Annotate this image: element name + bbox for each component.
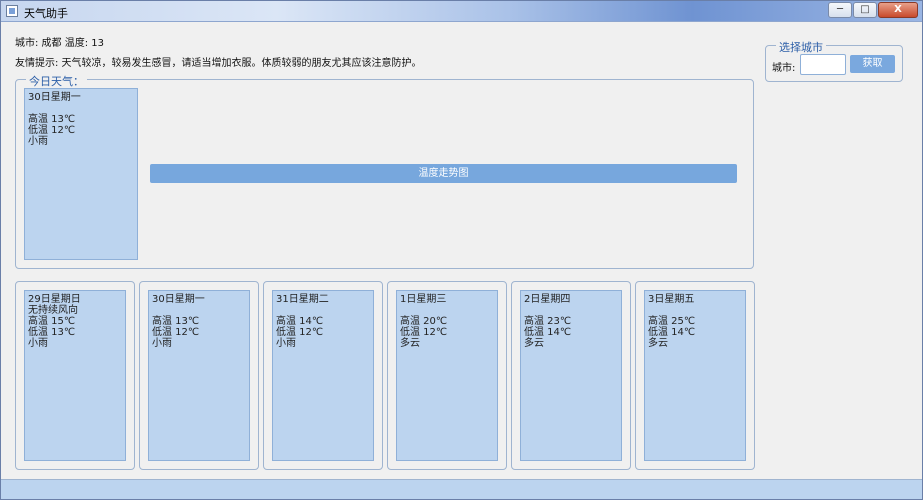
day-wind bbox=[524, 305, 618, 316]
day-wind bbox=[276, 305, 370, 316]
friendly-tip-text: 友情提示: 天气较凉，较易发生感冒，请适当增加衣服。体质较弱的朋友尤其应该注意防… bbox=[15, 58, 422, 69]
forecast-day-panel: 1日星期三 高温 20℃ 低温 12℃ 多云 bbox=[396, 290, 498, 461]
title-bar[interactable]: 天气助手 ─ □ X bbox=[1, 1, 922, 22]
today-weather-panel: 30日星期一 高温 13℃ 低温 12℃ 小雨 bbox=[24, 88, 138, 260]
window-title: 天气助手 bbox=[24, 7, 68, 20]
day-date: 29日星期日 bbox=[28, 294, 81, 305]
day-high-temp: 高温 15℃ bbox=[28, 316, 76, 327]
day-weather-type: 小雨 bbox=[276, 338, 296, 349]
app-icon bbox=[6, 5, 18, 17]
day-wind bbox=[648, 305, 742, 316]
forecast-day-panel: 2日星期四 高温 23℃ 低温 14℃ 多云 bbox=[520, 290, 622, 461]
forecast-day-panel: 30日星期一 高温 13℃ 低温 12℃ 小雨 bbox=[148, 290, 250, 461]
day-low-temp: 低温 14℃ bbox=[524, 327, 572, 338]
day-low-temp: 低温 12℃ bbox=[400, 327, 448, 338]
day-date: 30日星期一 bbox=[152, 294, 205, 305]
day-high-temp: 高温 13℃ bbox=[28, 114, 76, 125]
day-low-temp: 低温 12℃ bbox=[276, 327, 324, 338]
day-weather-type: 小雨 bbox=[152, 338, 172, 349]
today-weather-legend: 今日天气： bbox=[26, 73, 87, 89]
day-date: 2日星期四 bbox=[524, 294, 571, 305]
day-weather-type: 小雨 bbox=[28, 136, 48, 147]
day-weather-type: 多云 bbox=[524, 338, 544, 349]
city-label: 城市: bbox=[772, 63, 796, 74]
day-high-temp: 高温 20℃ bbox=[400, 316, 448, 327]
minimize-button[interactable]: ─ bbox=[828, 2, 852, 18]
day-date: 31日星期二 bbox=[276, 294, 329, 305]
app-window: 天气助手 ─ □ X 城市: 成都 温度: 13 友情提示: 天气较凉，较易发生… bbox=[0, 0, 923, 500]
close-button[interactable]: X bbox=[878, 2, 918, 18]
city-temperature-text: 城市: 成都 温度: 13 bbox=[15, 38, 104, 49]
day-low-temp: 低温 14℃ bbox=[648, 327, 696, 338]
day-wind bbox=[152, 305, 246, 316]
day-low-temp: 低温 12℃ bbox=[28, 125, 76, 136]
city-input[interactable] bbox=[800, 54, 846, 75]
status-bar bbox=[1, 479, 922, 499]
day-date: 3日星期五 bbox=[648, 294, 695, 305]
day-date: 1日星期三 bbox=[400, 294, 447, 305]
day-high-temp: 高温 25℃ bbox=[648, 316, 696, 327]
day-wind: 无持续风向 bbox=[28, 305, 78, 316]
day-weather-type: 多云 bbox=[400, 338, 420, 349]
day-high-temp: 高温 23℃ bbox=[524, 316, 572, 327]
forecast-day-panel: 31日星期二 高温 14℃ 低温 12℃ 小雨 bbox=[272, 290, 374, 461]
forecast-day-panel: 29日星期日 无持续风向 高温 15℃ 低温 13℃ 小雨 bbox=[24, 290, 126, 461]
day-wind bbox=[28, 103, 134, 114]
maximize-button[interactable]: □ bbox=[853, 2, 877, 18]
get-weather-button[interactable]: 获取 bbox=[850, 55, 895, 73]
day-date: 30日星期一 bbox=[28, 92, 81, 103]
day-weather-type: 小雨 bbox=[28, 338, 48, 349]
day-wind bbox=[400, 305, 494, 316]
city-picker-legend: 选择城市 bbox=[776, 39, 826, 55]
day-low-temp: 低温 13℃ bbox=[28, 327, 76, 338]
day-high-temp: 高温 13℃ bbox=[152, 316, 200, 327]
day-high-temp: 高温 14℃ bbox=[276, 316, 324, 327]
window-controls: ─ □ X bbox=[828, 2, 918, 18]
temperature-trend-button[interactable]: 温度走势图 bbox=[150, 164, 737, 183]
forecast-day-panel: 3日星期五 高温 25℃ 低温 14℃ 多云 bbox=[644, 290, 746, 461]
day-weather-type: 多云 bbox=[648, 338, 668, 349]
day-low-temp: 低温 12℃ bbox=[152, 327, 200, 338]
